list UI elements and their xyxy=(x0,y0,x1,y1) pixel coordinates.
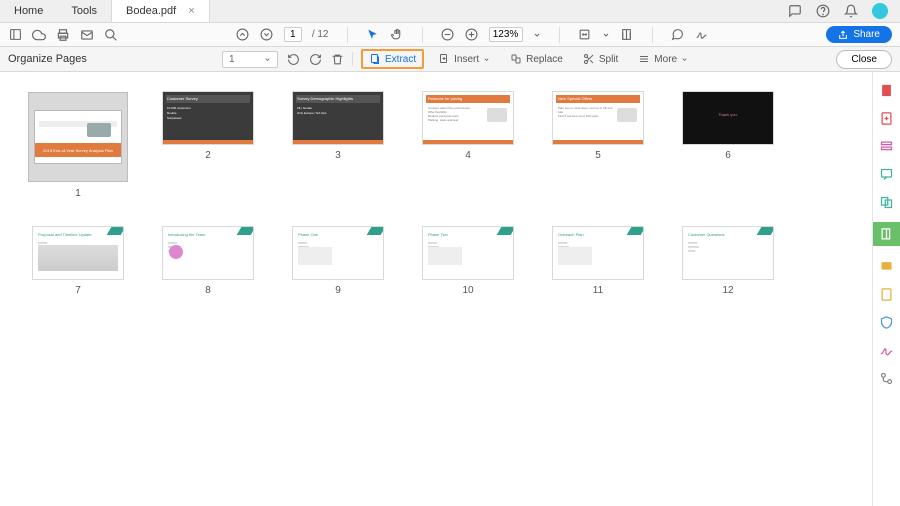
organize-title: Organize Pages xyxy=(8,53,87,65)
fit-width-icon[interactable] xyxy=(578,28,592,42)
zoom-out-icon[interactable] xyxy=(441,28,455,42)
export-pdf-icon[interactable] xyxy=(879,82,895,98)
workspace: 2015 End-of-Year Survey Analysis Plan1 Cu… xyxy=(0,72,900,506)
extract-button[interactable]: Extract xyxy=(361,49,424,69)
print-icon[interactable] xyxy=(56,28,70,42)
page-up-icon[interactable] xyxy=(236,28,250,42)
page-number-label: 12 xyxy=(722,285,733,296)
more-tools-icon[interactable] xyxy=(879,370,895,386)
tab-file-active[interactable]: Bodea.pdf × xyxy=(111,0,210,22)
page-select-dropdown[interactable]: 1 xyxy=(222,51,278,68)
tab-close-icon[interactable]: × xyxy=(188,5,194,17)
share-button[interactable]: Share xyxy=(826,26,892,43)
zoom-in-icon[interactable] xyxy=(465,28,479,42)
fill-sign-icon[interactable] xyxy=(879,258,895,274)
replace-label: Replace xyxy=(526,54,563,65)
sign-icon[interactable] xyxy=(695,28,709,42)
bell-icon[interactable] xyxy=(844,4,858,18)
chevron-down-icon[interactable] xyxy=(602,28,610,42)
tab-tools[interactable]: Tools xyxy=(57,0,111,22)
main-toolbar: / 12 Share xyxy=(0,23,900,47)
annotate-icon[interactable] xyxy=(671,28,685,42)
page-thumbnail[interactable]: New Special OffersPlan two or more days,… xyxy=(548,92,648,199)
page-number-label: 11 xyxy=(593,285,603,296)
page-number-label: 7 xyxy=(75,285,81,296)
page-number-label: 2 xyxy=(205,150,211,161)
selection-arrow-icon[interactable] xyxy=(366,28,380,42)
cloud-icon[interactable] xyxy=(32,28,46,42)
trash-icon[interactable] xyxy=(330,52,344,66)
extract-label: Extract xyxy=(385,54,416,65)
page-number-label: 5 xyxy=(595,150,601,161)
split-button[interactable]: Split xyxy=(577,50,624,68)
tab-home[interactable]: Home xyxy=(0,0,57,22)
more-label: More xyxy=(654,54,677,65)
rotate-cw-icon[interactable] xyxy=(308,52,322,66)
page-thumbnail[interactable]: Phase One━━━━━━━━━━━━━━━9 xyxy=(288,227,388,296)
organize-icon[interactable] xyxy=(873,222,900,246)
insert-button[interactable]: Insert xyxy=(432,50,496,68)
right-tool-rail xyxy=(872,72,900,506)
page-thumbnail[interactable]: Outreach Plan━━━━━━━━━━━━━━━11 xyxy=(548,227,648,296)
avatar-icon[interactable] xyxy=(872,3,888,19)
create-pdf-icon[interactable] xyxy=(879,110,895,126)
combine-icon[interactable] xyxy=(879,194,895,210)
chevron-down-icon[interactable] xyxy=(533,28,541,42)
send-sign-icon[interactable] xyxy=(879,286,895,302)
page-select-value: 1 xyxy=(229,54,235,65)
more-button[interactable]: More xyxy=(632,50,694,68)
page-thumbnail[interactable]: 2015 End-of-Year Survey Analysis Plan1 xyxy=(28,92,128,199)
pages-panel[interactable]: 2015 End-of-Year Survey Analysis Plan1 Cu… xyxy=(0,72,872,506)
top-tab-bar: Home Tools Bodea.pdf × xyxy=(0,0,900,23)
edit-pdf-icon[interactable] xyxy=(879,138,895,154)
page-thumbnail[interactable]: Reasons for joiningConcern about the env… xyxy=(418,92,518,199)
page-number-label: 1 xyxy=(75,188,81,199)
insert-label: Insert xyxy=(454,54,479,65)
read-mode-icon[interactable] xyxy=(620,28,634,42)
comment-icon[interactable] xyxy=(879,166,895,182)
chat-icon[interactable] xyxy=(788,4,802,18)
protect-icon[interactable] xyxy=(879,314,895,330)
page-thumbnail[interactable]: Proposal and Timeline Update━━━━━━━━━━━━… xyxy=(28,227,128,296)
redact-icon[interactable] xyxy=(879,342,895,358)
page-total-label: / 12 xyxy=(312,29,329,40)
page-number-label: 3 xyxy=(335,150,341,161)
hand-icon[interactable] xyxy=(390,28,404,42)
replace-button[interactable]: Replace xyxy=(504,50,569,68)
help-icon[interactable] xyxy=(816,4,830,18)
page-thumbnail[interactable]: Thank you.6 xyxy=(678,92,778,199)
page-number-label: 9 xyxy=(335,285,341,296)
split-label: Split xyxy=(599,54,618,65)
tab-file-label: Bodea.pdf xyxy=(126,5,176,17)
page-thumbnail[interactable]: Customer Survey10,000 customersDoubleSur… xyxy=(158,92,258,199)
page-thumbnail[interactable]: Customer Questions━━━━━━━━━━━━━━━12 xyxy=(678,227,778,296)
page-down-icon[interactable] xyxy=(260,28,274,42)
search-icon[interactable] xyxy=(104,28,118,42)
sidebar-toggle-icon[interactable] xyxy=(8,28,22,42)
page-number-label: 10 xyxy=(462,285,473,296)
page-number-label: 8 xyxy=(205,285,211,296)
mail-icon[interactable] xyxy=(80,28,94,42)
page-number-label: 4 xyxy=(465,150,471,161)
organize-toolbar: Organize Pages 1 Extract Insert Replace … xyxy=(0,47,900,72)
page-number-label: 6 xyxy=(725,150,731,161)
page-thumbnail[interactable]: Introducing the Team━━━━━━━━━━━━━━━8 xyxy=(158,227,258,296)
page-thumbnail[interactable]: Survey Demographic Highlights18+ femaleO… xyxy=(288,92,388,199)
rotate-ccw-icon[interactable] xyxy=(286,52,300,66)
share-button-label: Share xyxy=(853,29,880,40)
page-thumbnail[interactable]: Phase Two━━━━━━━━━━━━━━━10 xyxy=(418,227,518,296)
page-current-input[interactable] xyxy=(284,27,302,42)
close-organize-button[interactable]: Close xyxy=(836,50,892,69)
zoom-input[interactable] xyxy=(489,27,523,42)
